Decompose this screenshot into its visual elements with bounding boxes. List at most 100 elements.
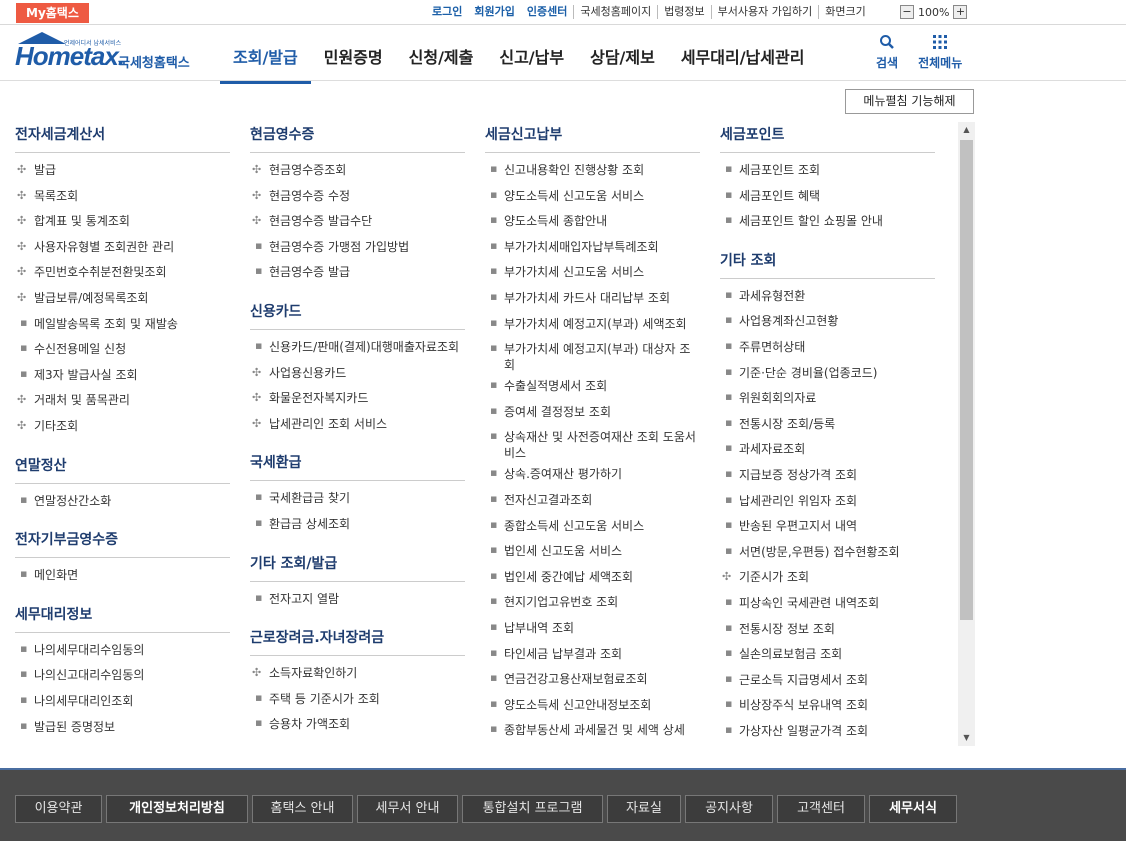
menu-section-title[interactable]: 기타 조회 — [720, 244, 935, 279]
menu-item[interactable]: ▪ 전자고지 열람 — [250, 586, 465, 612]
menu-item[interactable]: ▪ 나의세무대리수임동의 — [15, 637, 230, 663]
menu-section-title[interactable]: 세금포인트 — [720, 118, 935, 153]
menu-item[interactable]: ▪ 상속.증여재산 평가하기 — [485, 461, 700, 487]
menu-item[interactable]: ▪ 환급금 상세조회 — [250, 511, 465, 537]
menu-item[interactable]: ▪ 수신전용메일 신청 — [15, 336, 230, 362]
menu-section-title[interactable]: 근로장려금.자녀장려금 — [250, 621, 465, 657]
menu-item[interactable]: ▪ 전통시장 조회/등록 — [720, 411, 935, 437]
menu-item[interactable]: ▪ 국세환급금 찾기 — [250, 485, 465, 511]
scroll-down-icon[interactable]: ▼ — [958, 730, 975, 746]
menu-item[interactable]: ▪ 과세유형전환 — [720, 283, 935, 309]
menu-item[interactable]: ▪ 과세자료조회 — [720, 436, 935, 462]
menu-item[interactable]: ▪ 양도소득세 신고안내정보조회 — [485, 692, 700, 718]
menu-item[interactable]: ✣ 발급보류/예정목록조회 — [15, 285, 230, 311]
menu-item[interactable]: ▪ 세금포인트 할인 쇼핑몰 안내 — [720, 208, 935, 234]
nav-inquiry-issue[interactable]: 조회/발급 — [220, 40, 311, 84]
menu-section-title[interactable]: 신용카드 — [250, 295, 465, 330]
menu-item[interactable]: ✣ 사용자유형별 조회권한 관리 — [15, 234, 230, 260]
menu-item[interactable]: ▪ 타인세금 납부결과 조회 — [485, 641, 700, 667]
menu-item[interactable]: ✣ 현금영수증 발급수단 — [250, 208, 465, 234]
nav-civil-certificate[interactable]: 민원증명 — [311, 40, 396, 84]
menu-section-title[interactable]: 전자기부금영수증 — [15, 523, 230, 559]
menu-item[interactable]: ✣ 발급 — [15, 157, 230, 183]
all-menu-button[interactable]: 전체메뉴 — [918, 34, 962, 71]
nav-consult-report[interactable]: 상담/제보 — [577, 40, 668, 84]
menu-section-title[interactable]: 기타 조회/발급 — [250, 547, 465, 582]
menu-item[interactable]: ▪ 부가가치세 신고도움 서비스 — [485, 259, 700, 285]
nav-apply-submit[interactable]: 신청/제출 — [396, 40, 487, 84]
dept-user-signup-link[interactable]: 부서사용자 가입하기 — [710, 5, 819, 19]
nts-homepage-link[interactable]: 국세청홈페이지 — [573, 5, 657, 19]
menu-item[interactable]: ▪ 발급된 증명정보 — [15, 714, 230, 740]
footer-data-room[interactable]: 자료실 — [607, 795, 681, 823]
menu-item[interactable]: ✣ 소득자료확인하기 — [250, 660, 465, 686]
menu-section-title[interactable]: 연말정산 — [15, 449, 230, 484]
hometax-logo[interactable]: 언제어디서 납세서비스 Hometax. 국세청홈택스 — [15, 32, 200, 76]
menu-item[interactable]: ▪ 증여세 결정정보 조회 — [485, 399, 700, 425]
signup-link[interactable]: 회원가입 — [468, 5, 520, 19]
menu-item[interactable]: ▪ 전자신고결과조회 — [485, 487, 700, 513]
menu-item[interactable]: ▪ 상속재산 및 사전증여재산 조회 도움서비스 — [485, 424, 700, 461]
footer-terms[interactable]: 이용약관 — [15, 795, 102, 823]
menu-item[interactable]: ✣ 현금영수증조회 — [250, 157, 465, 183]
menu-item[interactable]: ▪ 납부내역 조회 — [485, 615, 700, 641]
zoom-out-button[interactable]: − — [900, 5, 914, 19]
menu-section-title[interactable]: 세무대리정보 — [15, 598, 230, 633]
scroll-thumb[interactable] — [960, 140, 973, 620]
menu-item[interactable]: ▪ 승용차 가액조회 — [250, 711, 465, 737]
menu-item[interactable]: ▪ 양도소득세 종합안내 — [485, 208, 700, 234]
menu-item[interactable]: ▪ 부가가치세 예정고지(부과) 세액조회 — [485, 311, 700, 337]
menu-item[interactable]: ▪ 나의세무대리인조회 — [15, 688, 230, 714]
menu-section-title[interactable]: 현금영수증 — [250, 118, 465, 153]
menu-item[interactable]: ✣ 주민번호수취분전환및조회 — [15, 259, 230, 285]
menu-item[interactable]: ▪ 비상장주식 보유내역 조회 — [720, 692, 935, 718]
menu-item[interactable]: ▪ 주류면허상태 — [720, 334, 935, 360]
menu-item[interactable]: ▪ 종합부동산세 과세물건 및 세액 상세 — [485, 717, 700, 743]
menu-item[interactable]: ▪ 납세관리인 위임자 조회 — [720, 488, 935, 514]
menu-item[interactable]: ▪ 현지기업고유번호 조회 — [485, 589, 700, 615]
menu-item[interactable]: ✣ 화물운전자복지카드 — [250, 385, 465, 411]
my-hometax-tab[interactable]: My홈택스 — [16, 3, 89, 23]
menu-item[interactable]: ✣ 거래처 및 품목관리 — [15, 387, 230, 413]
menu-item[interactable]: ▪ 수출실적명세서 조회 — [485, 373, 700, 399]
menu-item[interactable]: ✣ 목록조회 — [15, 183, 230, 209]
menu-item[interactable]: ▪ 서면(방문,우편등) 접수현황조회 — [720, 539, 935, 565]
menu-item[interactable]: ▪ 법인세 신고도움 서비스 — [485, 538, 700, 564]
footer-tax-office-guide[interactable]: 세무서 안내 — [357, 795, 458, 823]
menu-item[interactable]: ▪ 피상속인 국세관련 내역조회 — [720, 590, 935, 616]
search-button[interactable]: 검색 — [876, 34, 898, 71]
footer-hometax-guide[interactable]: 홈택스 안내 — [252, 795, 353, 823]
menu-item[interactable]: ▪ 기준·단순 경비율(업종코드) — [720, 360, 935, 386]
menu-item[interactable]: ▪ 현금영수증 가맹점 가입방법 — [250, 234, 465, 260]
footer-tax-forms[interactable]: 세무서식 — [869, 795, 957, 823]
menu-section-title[interactable]: 전자세금계산서 — [15, 118, 230, 153]
menu-item[interactable]: ▪ 양도소득세 신고도움 서비스 — [485, 183, 700, 209]
menu-item[interactable]: ▪ 지급보증 정상가격 조회 — [720, 462, 935, 488]
scroll-up-icon[interactable]: ▲ — [958, 122, 975, 138]
menu-scrollbar[interactable]: ▲ ▼ — [958, 122, 975, 746]
nav-report-pay[interactable]: 신고/납부 — [486, 40, 577, 84]
menu-item[interactable]: ✣ 사업용신용카드 — [250, 360, 465, 386]
login-link[interactable]: 로그인 — [426, 5, 468, 19]
menu-item[interactable]: ▪ 부가가치세 카드사 대리납부 조회 — [485, 285, 700, 311]
menu-item[interactable]: ✣ 납세관리인 조회 서비스 — [250, 411, 465, 437]
menu-item[interactable]: ▪ 종합소득세 신고도움 서비스 — [485, 513, 700, 539]
footer-notice[interactable]: 공지사항 — [685, 795, 773, 823]
menu-item[interactable]: ▪ 근로소득 지급명세서 조회 — [720, 667, 935, 693]
menu-item[interactable]: ▪ 주택 등 기준시가 조회 — [250, 686, 465, 712]
menu-item[interactable]: ▪ 가상자산 일평균가격 조회 — [720, 718, 935, 744]
menu-expand-release-button[interactable]: 메뉴펼침 기능해제 — [845, 89, 974, 114]
menu-item[interactable]: ▪ 사업용계좌신고현황 — [720, 308, 935, 334]
menu-item[interactable]: ▪ 메인화면 — [15, 562, 230, 588]
footer-install-program[interactable]: 통합설치 프로그램 — [462, 795, 603, 823]
footer-customer-center[interactable]: 고객센터 — [777, 795, 865, 823]
law-info-link[interactable]: 법령정보 — [657, 5, 710, 19]
menu-item[interactable]: ▪ 위원회회의자료 — [720, 385, 935, 411]
menu-item[interactable]: ▪ 메일발송목록 조회 및 재발송 — [15, 311, 230, 337]
menu-item[interactable]: ▪ 신용카드/판매(결제)대행매출자료조회 — [250, 334, 465, 360]
menu-item[interactable]: ▪ 세금포인트 혜택 — [720, 183, 935, 209]
menu-item[interactable]: ▪ 실손의료보험금 조회 — [720, 641, 935, 667]
menu-item[interactable]: ✣ 합계표 및 통계조회 — [15, 208, 230, 234]
menu-item[interactable]: ▪ 제3자 발급사실 조회 — [15, 362, 230, 388]
menu-section-title[interactable]: 세금신고납부 — [485, 118, 700, 153]
